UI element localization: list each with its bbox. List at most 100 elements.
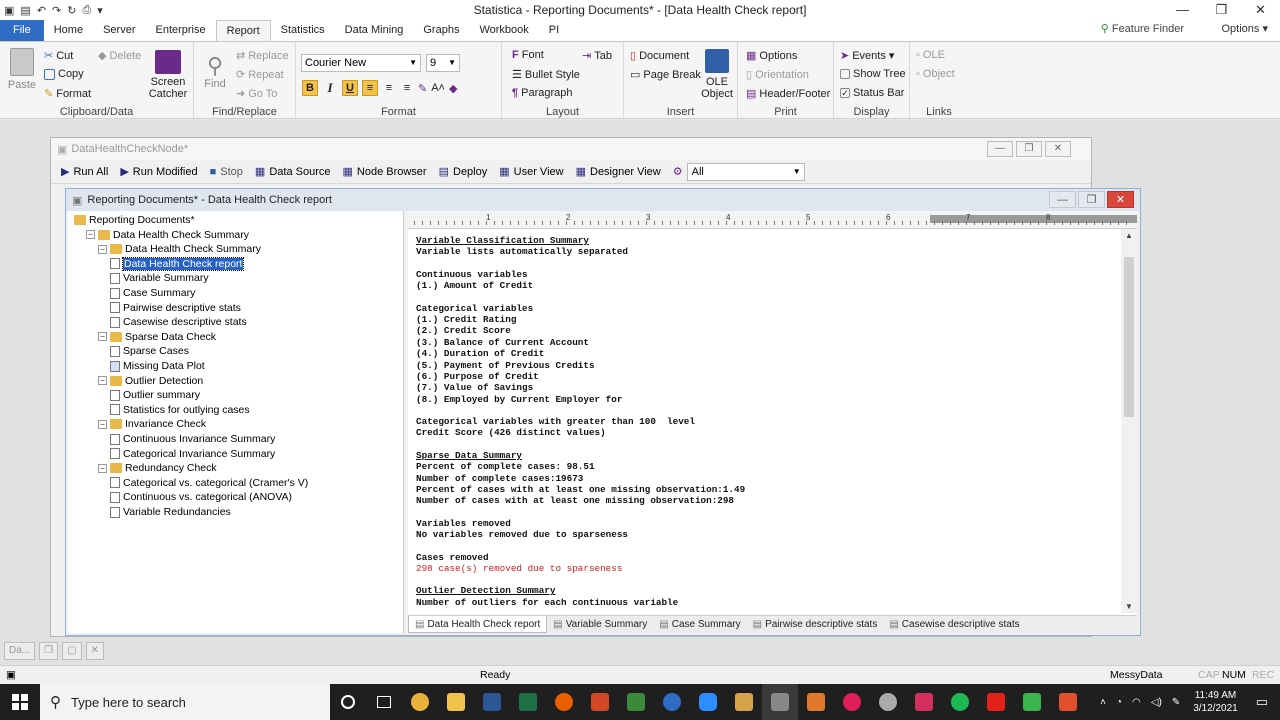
cut-button[interactable]: ✂ Cut — [44, 49, 73, 63]
format-painter-button[interactable]: ✎ Format — [44, 87, 91, 101]
options-menu[interactable]: Options ▾ — [1222, 22, 1269, 35]
tree-item[interactable]: Sparse Cases — [110, 344, 189, 358]
tree-item[interactable]: Continuous Invariance Summary — [110, 432, 275, 446]
align-left-icon[interactable]: ≡ — [362, 80, 378, 96]
acrobat-icon[interactable] — [978, 684, 1014, 720]
tree-item[interactable]: Categorical vs. categorical (Cramer's V) — [110, 476, 308, 490]
wifi-icon[interactable]: ◠ — [1132, 697, 1141, 708]
customize-icon[interactable]: ▾ — [97, 4, 103, 17]
app-folder-icon[interactable] — [726, 684, 762, 720]
minimize-button[interactable]: — — [1163, 0, 1202, 20]
excel-icon[interactable] — [510, 684, 546, 720]
clock[interactable]: 11:49 AM 3/12/2021 — [1193, 689, 1238, 715]
pen-icon[interactable]: ✎ — [418, 82, 427, 95]
deploy-button[interactable]: ▤ Deploy — [439, 165, 488, 179]
node-browser-button[interactable]: ▦ Node Browser — [342, 165, 426, 179]
windows-start-icon[interactable] — [12, 694, 28, 710]
tab-workbook[interactable]: Workbook — [469, 20, 538, 41]
bold-button[interactable]: B — [302, 80, 318, 96]
show-tree-toggle[interactable]: Show Tree — [840, 68, 906, 80]
camtasia-icon[interactable] — [1014, 684, 1050, 720]
network-icon[interactable]: ◔ — [1116, 697, 1122, 708]
app-blue-circle-icon[interactable] — [654, 684, 690, 720]
collapse-icon[interactable]: − — [86, 230, 95, 240]
file-explorer-icon[interactable] — [438, 684, 474, 720]
tree-item[interactable]: Case Summary — [110, 286, 195, 300]
font-size-select[interactable]: 9 ▼ — [426, 54, 460, 72]
repeat-button[interactable]: ⟳ Repeat — [236, 68, 284, 82]
orientation-button[interactable]: ▯ Orientation — [746, 68, 809, 82]
app-orange-icon[interactable] — [798, 684, 834, 720]
node-restore-button[interactable]: ❐ — [1016, 141, 1042, 157]
tree-item[interactable]: − Invariance Check — [98, 417, 206, 431]
run-all-button[interactable]: ▶ Run All — [61, 165, 108, 179]
fill-color-icon[interactable]: ◆ — [449, 82, 457, 95]
ole-object-button[interactable]: OLE Object — [700, 49, 734, 100]
tree-item[interactable]: Variable Redundancies — [110, 505, 231, 519]
slack-icon[interactable] — [834, 684, 870, 720]
tab-report[interactable]: Report — [215, 20, 271, 41]
tab-statistics[interactable]: Statistics — [271, 20, 335, 41]
tree-item[interactable]: − Redundancy Check — [98, 461, 217, 475]
font-size-icon[interactable]: A˄ — [431, 82, 445, 94]
close-button[interactable]: ✕ — [1241, 0, 1280, 20]
delete-button[interactable]: ◆ Delete — [98, 49, 141, 63]
tree-item[interactable]: Categorical Invariance Summary — [110, 447, 275, 461]
firefox-icon[interactable] — [546, 684, 582, 720]
scrollbar-thumb[interactable] — [1124, 257, 1134, 417]
tree-item[interactable]: − Data Health Check Summary — [86, 228, 249, 242]
run-modified-button[interactable]: ▶ Run Modified — [120, 165, 197, 179]
underline-button[interactable]: U — [342, 80, 358, 96]
user-view-button[interactable]: ▦ User View — [499, 165, 563, 179]
document-tab[interactable]: ▤ Casewise descriptive stats — [883, 616, 1025, 633]
tree-item[interactable]: Casewise descriptive stats — [110, 315, 247, 329]
document-tab[interactable]: ▤ Variable Summary — [547, 616, 653, 633]
app-red-icon[interactable] — [1050, 684, 1086, 720]
indesign-icon[interactable] — [906, 684, 942, 720]
tree-item[interactable]: Statistics for outlying cases — [110, 403, 250, 417]
scroll-down-icon[interactable]: ▼ — [1121, 602, 1137, 611]
document-text[interactable]: Variable Classification Summary Variable … — [416, 235, 1116, 608]
report-close-button[interactable]: ✕ — [1107, 191, 1134, 208]
font-name-select[interactable]: Courier New ▼ — [301, 54, 421, 72]
designer-view-button[interactable]: ▦ Designer View — [576, 165, 661, 179]
document-tab[interactable]: ▤ Data Health Check report — [408, 616, 548, 633]
filter-select[interactable]: All ▼ — [686, 162, 805, 181]
refresh-icon[interactable]: ↻ — [67, 4, 76, 17]
minimized-close-button[interactable]: ✕ — [85, 642, 104, 660]
tab-server[interactable]: Server — [93, 20, 145, 41]
align-center-icon[interactable]: ≡ — [382, 82, 396, 94]
tab-graphs[interactable]: Graphs — [413, 20, 469, 41]
collapse-icon[interactable]: − — [98, 376, 107, 386]
document-tab[interactable]: ▤ Pairwise descriptive stats — [747, 616, 884, 633]
save-icon[interactable]: ▤ — [20, 4, 30, 17]
volume-icon[interactable]: ◁) — [1151, 697, 1162, 708]
feature-finder[interactable]: ⚲ Feature Finder — [1101, 22, 1184, 35]
collapse-icon[interactable]: − — [98, 419, 107, 429]
tree-item[interactable]: − Sparse Data Check — [98, 330, 216, 344]
tree-item[interactable]: − Data Health Check Summary — [98, 242, 261, 256]
statistica-taskbar-icon[interactable] — [762, 684, 798, 720]
object-link-button[interactable]: ▫ Object — [916, 68, 955, 80]
word-icon[interactable] — [474, 684, 510, 720]
zoom-icon[interactable] — [690, 684, 726, 720]
collapse-icon[interactable]: − — [98, 332, 107, 342]
tray-chevron-icon[interactable]: ˄ — [1100, 697, 1106, 708]
status-bar-toggle[interactable]: ✓ Status Bar — [840, 87, 904, 99]
spotify-icon[interactable] — [942, 684, 978, 720]
maximize-button[interactable]: ❐ — [1202, 0, 1241, 20]
print-options-button[interactable]: ▦ Options — [746, 49, 797, 63]
tree-item[interactable]: Reporting Documents* — [74, 213, 195, 227]
powerpoint-icon[interactable] — [582, 684, 618, 720]
align-right-icon[interactable]: ≡ — [400, 82, 414, 94]
minimized-window[interactable]: Da... — [4, 642, 36, 660]
undo-icon[interactable]: ↶ — [37, 4, 46, 17]
replace-button[interactable]: ⇄ Replace — [236, 49, 289, 63]
tree-item[interactable]: Data Health Check report — [110, 256, 245, 271]
app-gray-icon[interactable] — [870, 684, 906, 720]
taskbar-search[interactable]: ⚲ Type here to search — [40, 684, 330, 720]
find-button[interactable]: ⚲ Find — [200, 54, 230, 91]
app-green-icon[interactable] — [618, 684, 654, 720]
collapse-icon[interactable]: − — [98, 244, 107, 254]
tab-button[interactable]: ⇥ Tab — [582, 49, 612, 63]
